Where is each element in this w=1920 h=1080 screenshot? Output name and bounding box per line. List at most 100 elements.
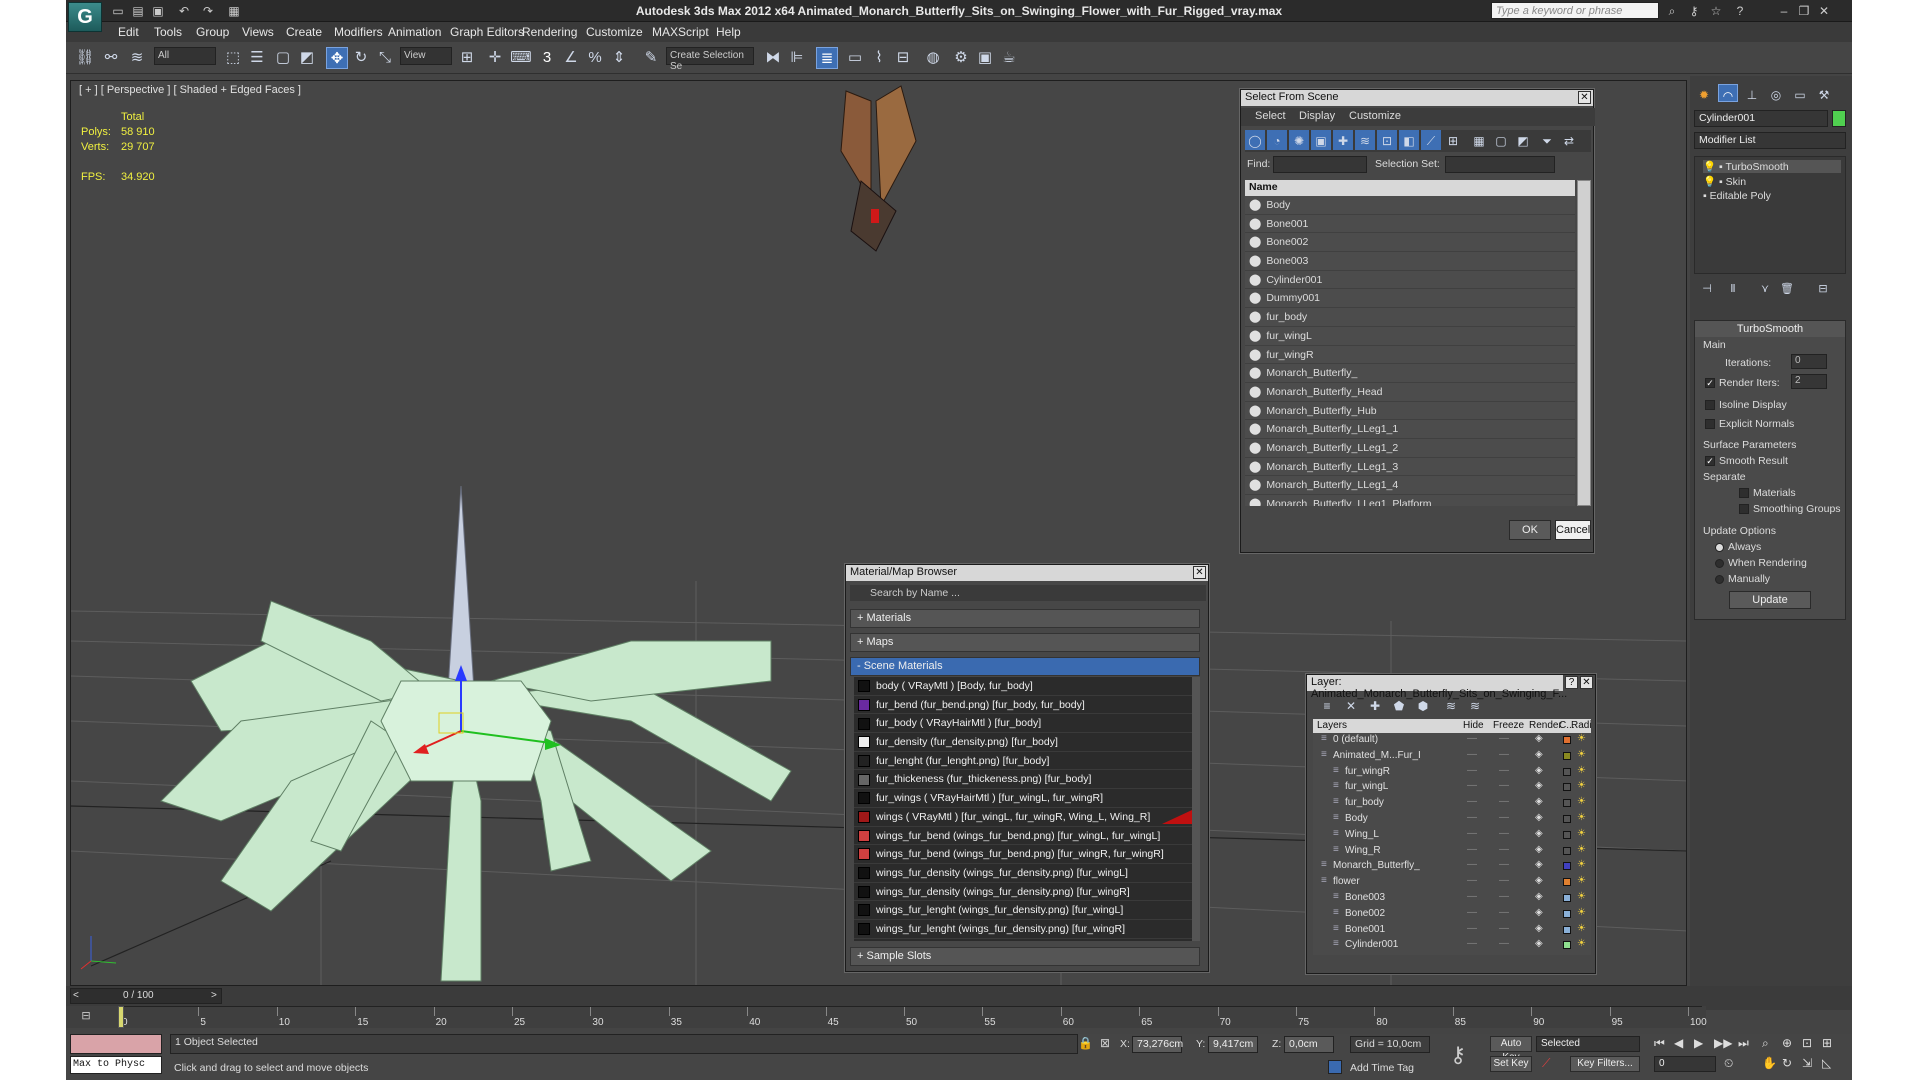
zoom-extents-icon[interactable]: ⊡	[1802, 1036, 1812, 1050]
scene-object-row[interactable]: ⬤ Bone003	[1245, 252, 1575, 271]
layer-color-swatch[interactable]	[1563, 878, 1571, 887]
menu-views[interactable]: Views	[242, 25, 274, 39]
select-invert-icon[interactable]: ◩	[1513, 130, 1533, 150]
maxscript-input[interactable]: Max to Physc	[70, 1056, 162, 1074]
walk-through-icon[interactable]: ⇲	[1802, 1056, 1812, 1070]
layer-freeze-toggle[interactable]: —	[1499, 812, 1509, 823]
radiosity-icon[interactable]: ☀	[1577, 844, 1586, 855]
menu-graph-editors[interactable]: Graph Editors	[450, 25, 524, 39]
layer-row[interactable]: ≡ Bone002 — — ◈ ☀	[1313, 907, 1591, 923]
layer-render-icon[interactable]: ◈	[1535, 812, 1543, 823]
render-iters-spinner[interactable]: 2	[1791, 374, 1827, 389]
next-frame-icon[interactable]: >	[211, 990, 217, 1001]
material-row[interactable]: fur_body ( VRayHairMtl ) [fur_body]	[854, 714, 1192, 734]
layer-row[interactable]: ≡ Bone003 — — ◈ ☀	[1313, 891, 1591, 907]
layer-color-swatch[interactable]	[1563, 799, 1571, 808]
go-to-end-icon[interactable]: ⏭	[1738, 1036, 1749, 1051]
render-setup-icon[interactable]: ⚙	[950, 47, 972, 69]
layer-render-icon[interactable]: ◈	[1535, 844, 1543, 855]
save-icon[interactable]: ▣	[150, 3, 166, 19]
layer-hide-toggle[interactable]: —	[1467, 796, 1477, 807]
orbit-icon[interactable]: ↻	[1782, 1056, 1792, 1070]
name-column-header[interactable]: Name	[1245, 180, 1575, 196]
scene-object-row[interactable]: ⬤ Cylinder001	[1245, 271, 1575, 290]
layer-hide-toggle[interactable]: —	[1467, 765, 1477, 776]
render-frame-icon[interactable]: ▣	[974, 47, 996, 69]
project-folder-icon[interactable]: ▦	[226, 3, 242, 19]
layer-row[interactable]: ≡ Bone001 — — ◈ ☀	[1313, 923, 1591, 939]
auto-key-button[interactable]: Auto Key	[1490, 1036, 1532, 1063]
select-by-name-icon[interactable]: ☰	[246, 47, 268, 69]
delete-layer-icon[interactable]: ✕	[1341, 695, 1361, 715]
search-input[interactable]: Type a keyword or phrase	[1491, 2, 1659, 19]
radiosity-icon[interactable]: ☀	[1577, 828, 1586, 839]
percent-snap-icon[interactable]: %	[584, 47, 606, 69]
star-icon[interactable]: ☆	[1708, 3, 1724, 19]
tab-select[interactable]: Select	[1255, 110, 1286, 122]
radiosity-icon[interactable]: ☀	[1577, 796, 1586, 807]
smoothing-groups-checkbox[interactable]: Smoothing Groups	[1739, 503, 1841, 515]
select-highlighted-icon[interactable]: ⬟	[1389, 695, 1409, 715]
layer-render-icon[interactable]: ◈	[1535, 923, 1543, 934]
layer-row[interactable]: ≡ 0 (default) — — ◈ ☀	[1313, 733, 1591, 749]
layer-render-icon[interactable]: ◈	[1535, 749, 1543, 760]
scene-object-row[interactable]: ⬤ Monarch_Butterfly_LLeg1_Platform	[1245, 495, 1575, 506]
create-tab-icon[interactable]: ✹	[1694, 84, 1714, 102]
layer-freeze-toggle[interactable]: —	[1499, 891, 1509, 902]
current-frame-field[interactable]: 0	[1654, 1056, 1716, 1072]
col-layers[interactable]: Layers	[1317, 720, 1347, 731]
pan-icon[interactable]: ✋	[1762, 1056, 1777, 1070]
scene-object-row[interactable]: ⬤ Bone002	[1245, 233, 1575, 253]
undo-icon[interactable]: ↶	[176, 3, 192, 19]
display-geometry-icon[interactable]: ◯	[1245, 130, 1265, 150]
configure-sets-icon[interactable]: ⊟	[1814, 278, 1832, 296]
display-groups-icon[interactable]: ⊡	[1377, 130, 1397, 150]
key-icon[interactable]: ⚷	[1686, 3, 1702, 19]
add-to-layer-icon[interactable]: ✚	[1365, 695, 1385, 715]
render-iters-row[interactable]: ✓ Render Iters:	[1705, 377, 1780, 389]
layer-row[interactable]: ≡ flower — — ◈ ☀	[1313, 875, 1591, 891]
align-icon[interactable]: ⊫	[786, 47, 808, 69]
smooth-result-checkbox[interactable]: ✓ Smooth Result	[1705, 455, 1788, 467]
redo-icon[interactable]: ↷	[200, 3, 216, 19]
angle-snap-icon[interactable]: ∠	[560, 47, 582, 69]
layer-hide-toggle[interactable]: —	[1467, 859, 1477, 870]
zoom-icon[interactable]: ⌕	[1762, 1036, 1769, 1051]
scene-object-row[interactable]: ⬤ Body	[1245, 196, 1575, 215]
material-row[interactable]: body ( VRayMtl ) [Body, fur_body]	[854, 677, 1192, 696]
materials-scrollbar[interactable]	[1192, 677, 1200, 941]
material-editor-icon[interactable]: ◍	[922, 47, 944, 69]
layer-render-icon[interactable]: ◈	[1535, 891, 1543, 902]
when-rendering-radio[interactable]: When Rendering	[1715, 557, 1807, 569]
help-button[interactable]: ?	[1565, 676, 1578, 689]
layer-hide-toggle[interactable]: —	[1467, 875, 1477, 886]
layer-freeze-toggle[interactable]: —	[1499, 923, 1509, 934]
menu-modifiers[interactable]: Modifiers	[334, 25, 383, 39]
layer-render-icon[interactable]: ◈	[1535, 938, 1543, 949]
layer-hide-toggle[interactable]: —	[1467, 828, 1477, 839]
menu-customize[interactable]: Customize	[586, 25, 643, 39]
material-row[interactable]: wings_fur_bend (wings_fur_bend.png) [fur…	[854, 845, 1192, 864]
filter-icon[interactable]: ⏷	[1537, 130, 1557, 150]
unlink-icon[interactable]: ⚯	[100, 47, 122, 69]
scale-icon[interactable]: ⤡	[374, 47, 396, 69]
layer-color-swatch[interactable]	[1563, 830, 1571, 839]
tab-customize[interactable]: Customize	[1349, 110, 1401, 122]
material-row[interactable]: fur_density (fur_density.png) [fur_body]	[854, 733, 1192, 752]
time-marker[interactable]	[118, 1006, 124, 1028]
layer-render-icon[interactable]: ◈	[1535, 765, 1543, 776]
scene-object-row[interactable]: ⬤ fur_wingL	[1245, 327, 1575, 346]
prev-frame-icon[interactable]: <	[73, 990, 79, 1001]
sync-selection-icon[interactable]: ⇄	[1559, 130, 1579, 150]
menu-tools[interactable]: Tools	[154, 25, 182, 39]
close-icon[interactable]: ✕	[1578, 91, 1591, 104]
scene-materials-section[interactable]: - Scene Materials	[850, 657, 1200, 676]
app-logo[interactable]: G	[68, 2, 102, 32]
ref-coord-select[interactable]: View	[400, 47, 452, 65]
time-tag-icon[interactable]	[1328, 1060, 1342, 1074]
layer-freeze-toggle[interactable]: —	[1499, 907, 1509, 918]
layer-hide-toggle[interactable]: —	[1467, 749, 1477, 760]
layer-color-swatch[interactable]	[1563, 751, 1571, 760]
pivot-center-icon[interactable]: ⊞	[456, 47, 478, 69]
key-selection-dropdown[interactable]: Selected	[1536, 1036, 1640, 1052]
